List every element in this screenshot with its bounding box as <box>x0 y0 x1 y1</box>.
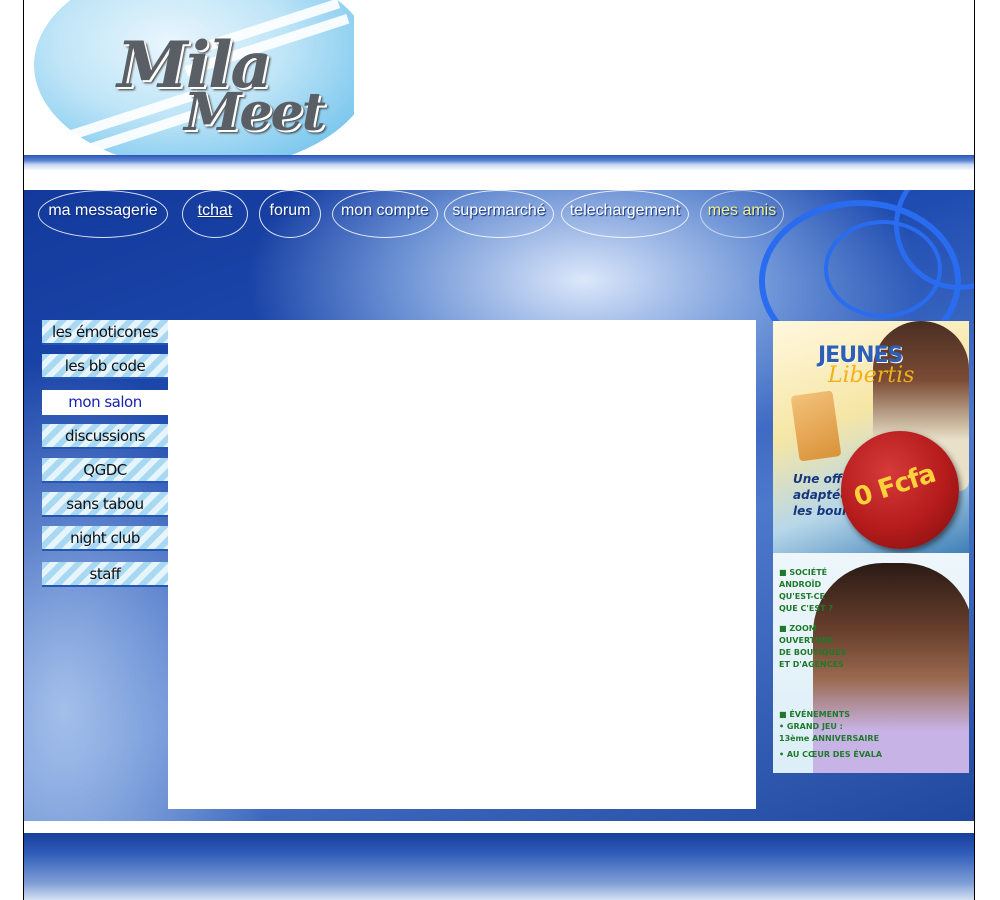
sidebar-item-qgdc[interactable]: QGDC <box>42 458 168 483</box>
nav-label: telechargement <box>569 202 681 219</box>
nav-label: ma messagerie <box>48 202 158 219</box>
nav-messagerie[interactable]: ma messagerie <box>38 190 168 238</box>
sidebar-item-staff[interactable]: staff <box>42 562 168 587</box>
nav-label: forum <box>269 202 311 219</box>
ad2-section-heading: ■ SOCIÉTÉ <box>779 568 828 577</box>
nav-label: mon compte <box>340 202 430 219</box>
ad2-text-line: ANDROÏD <box>779 580 822 589</box>
sidebar-item-emoticones[interactable]: les émoticones <box>42 320 168 345</box>
nav-forum[interactable]: forum <box>259 190 321 238</box>
header-divider-bar <box>24 155 974 171</box>
ad2-text-line: QUE C'EST ? <box>779 604 833 613</box>
ad2-text-line: • GRAND JEU : <box>779 722 843 731</box>
ad2-text-line: DE BOUTIQUES <box>779 648 847 657</box>
ad2-section-heading: ■ ÉVÉNEMENTS <box>779 710 850 719</box>
ad2-text-line: QU'EST-CE <box>779 592 825 601</box>
site-footer <box>24 833 974 900</box>
top-nav: ma messagerie tchat forum mon compte sup… <box>24 190 974 250</box>
footer-divider <box>24 821 974 833</box>
ad2-text-line: ET D'AGENCES <box>779 660 844 669</box>
price-sticker: 0 Fcfa <box>841 431 959 549</box>
sidebar-item-mon-salon[interactable]: mon salon <box>42 390 168 415</box>
ad2-text-line: 13ème ANNIVERSAIRE <box>779 734 880 743</box>
nav-label: mes amis <box>707 202 777 219</box>
nav-telechargement[interactable]: telechargement <box>561 190 689 238</box>
page-frame: Mila Meet ma messagerie tchat forum mon … <box>24 0 974 900</box>
price-sticker-text: 0 Fcfa <box>850 458 939 514</box>
ad-banner-jeunes-libertis[interactable]: JEUNES Libertis Une offr adaptée les bou… <box>773 321 969 553</box>
ad-card-image <box>790 390 842 462</box>
ad2-text-line: OUVERTURE <box>779 636 834 645</box>
sidebar-item-sans-tabou[interactable]: sans tabou <box>42 492 168 517</box>
nav-supermarche[interactable]: supermarché <box>444 190 554 238</box>
nav-label: supermarché <box>452 202 546 219</box>
main-content-panel <box>168 320 756 809</box>
nav-mes-amis[interactable]: mes amis <box>700 190 784 238</box>
nav-mon-compte[interactable]: mon compte <box>332 190 438 238</box>
sidebar-item-discussions[interactable]: discussions <box>42 424 168 449</box>
sidebar-item-night-club[interactable]: night club <box>42 526 168 551</box>
ad2-section-heading: ■ ZOOM <box>779 624 817 633</box>
logo-text-meet: Meet <box>184 82 326 143</box>
ad-banner-magazine[interactable]: ■ SOCIÉTÉ ANDROÏD QU'EST-CE QUE C'EST ? ■ ZO… <box>773 553 969 773</box>
ad-subtitle: Libertis <box>828 363 915 388</box>
nav-label: tchat <box>197 202 233 219</box>
site-header: Mila Meet <box>24 0 974 157</box>
sidebar-item-bb-code[interactable]: les bb code <box>42 354 168 379</box>
main-area: ma messagerie tchat forum mon compte sup… <box>24 190 974 821</box>
ad2-text-line: • AU CŒUR DES ÉVALA <box>779 750 883 759</box>
nav-tchat[interactable]: tchat <box>182 190 248 238</box>
site-logo[interactable]: Mila Meet <box>32 0 354 157</box>
